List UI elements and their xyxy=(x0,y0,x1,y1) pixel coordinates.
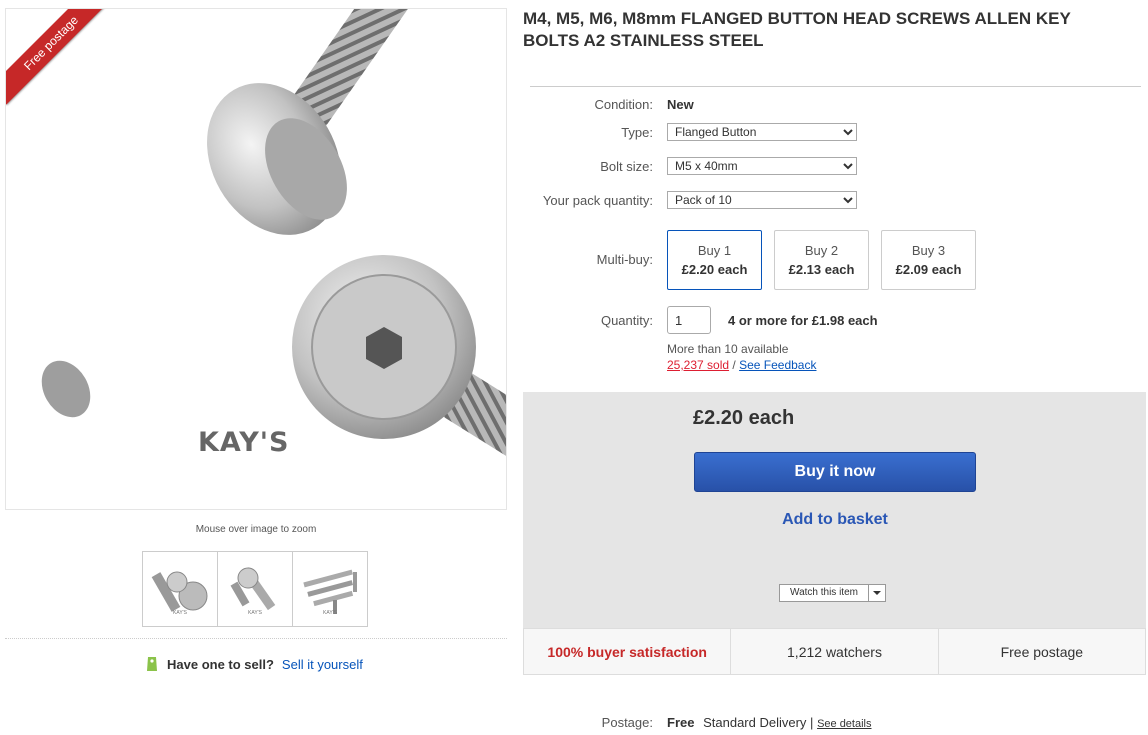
chevron-down-icon xyxy=(872,591,881,595)
sell-question: Have one to sell? xyxy=(167,656,274,672)
add-to-basket-button[interactable]: Add to basket xyxy=(694,511,976,529)
listing-title: M4, M5, M6, M8mm FLANGED BUTTON HEAD SCR… xyxy=(523,9,1071,50)
sold-count-link[interactable]: 25,237 sold xyxy=(667,358,729,372)
watch-dropdown-toggle[interactable] xyxy=(869,585,885,601)
divider xyxy=(5,638,507,639)
type-label: Type: xyxy=(621,125,653,140)
price-tag-icon xyxy=(147,657,157,671)
postage-service: Standard Delivery xyxy=(703,715,807,730)
bulk-offer: 4 or more for £1.98 each xyxy=(728,313,878,328)
bolt-size-label: Bolt size: xyxy=(600,159,653,174)
availability-text: More than 10 available xyxy=(667,342,789,356)
free-postage-badge: Free postage xyxy=(1000,643,1084,660)
sell-it-yourself-link[interactable]: Sell it yourself xyxy=(282,657,363,672)
condition-label: Condition: xyxy=(594,97,653,112)
thumbnail-2[interactable]: KAY'S xyxy=(217,551,293,627)
multibuy-option-2[interactable]: Buy 2 £2.13 each xyxy=(774,230,869,290)
multibuy-price: £2.09 each xyxy=(895,262,962,277)
watch-item-control: Watch this item xyxy=(779,584,886,602)
multibuy-option-3[interactable]: Buy 3 £2.09 each xyxy=(881,230,976,290)
buy-it-now-button[interactable]: Buy it now xyxy=(694,452,976,492)
thumbnail-1[interactable]: KAY'S xyxy=(142,551,218,627)
divider xyxy=(530,86,1141,87)
multibuy-qty: Buy 1 xyxy=(697,243,732,258)
postage-cost: Free xyxy=(667,715,695,730)
multibuy-label: Multi-buy: xyxy=(596,252,653,267)
separator: | xyxy=(810,715,814,730)
thumbnail-caption: KAY'S xyxy=(248,610,262,616)
multibuy-qty: Buy 2 xyxy=(804,243,839,258)
brand-watermark: KAY'S xyxy=(198,427,290,458)
separator: / xyxy=(732,358,736,372)
watchers-count: 1,212 watchers xyxy=(731,629,939,674)
pack-quantity-select[interactable]: Pack of 10 xyxy=(667,191,857,209)
type-select[interactable]: Flanged Button xyxy=(667,123,857,141)
multibuy-qty: Buy 3 xyxy=(911,243,946,258)
multibuy-price: £2.20 each xyxy=(681,262,748,277)
quantity-label: Quantity: xyxy=(600,313,653,328)
seller-stats-bar: 100% buyer satisfaction 1,212 watchers F… xyxy=(523,628,1146,675)
postage-value: Free Standard Delivery | See details xyxy=(667,715,872,730)
see-feedback-link[interactable]: See Feedback xyxy=(739,358,816,372)
pack-quantity-label: Your pack quantity: xyxy=(542,193,653,208)
postage-label: Postage: xyxy=(601,715,653,730)
main-product-image[interactable]: Free postage KAY'S xyxy=(5,8,507,510)
bolt-size-select[interactable]: M5 x 40mm xyxy=(667,157,857,175)
multibuy-price: £2.13 each xyxy=(788,262,855,277)
watch-item-button[interactable]: Watch this item xyxy=(780,585,869,601)
thumbnail-3[interactable]: KAY'S xyxy=(292,551,368,627)
thumbnail-caption: KAY'S xyxy=(173,610,187,616)
thumbnail-caption: KAY'S xyxy=(323,610,337,616)
buyer-satisfaction: 100% buyer satisfaction xyxy=(524,629,732,674)
see-details-link[interactable]: See details xyxy=(817,718,871,730)
multibuy-option-1[interactable]: Buy 1 £2.20 each xyxy=(667,230,762,290)
condition-value: New xyxy=(667,97,694,112)
sold-feedback-line: 25,237 sold / See Feedback xyxy=(667,358,816,372)
sell-prompt: Have one to sell? Sell it yourself xyxy=(145,655,363,673)
quantity-input[interactable] xyxy=(667,306,711,334)
item-price: £2.20 each xyxy=(693,407,795,429)
zoom-hint: Mouse over image to zoom xyxy=(195,524,317,535)
